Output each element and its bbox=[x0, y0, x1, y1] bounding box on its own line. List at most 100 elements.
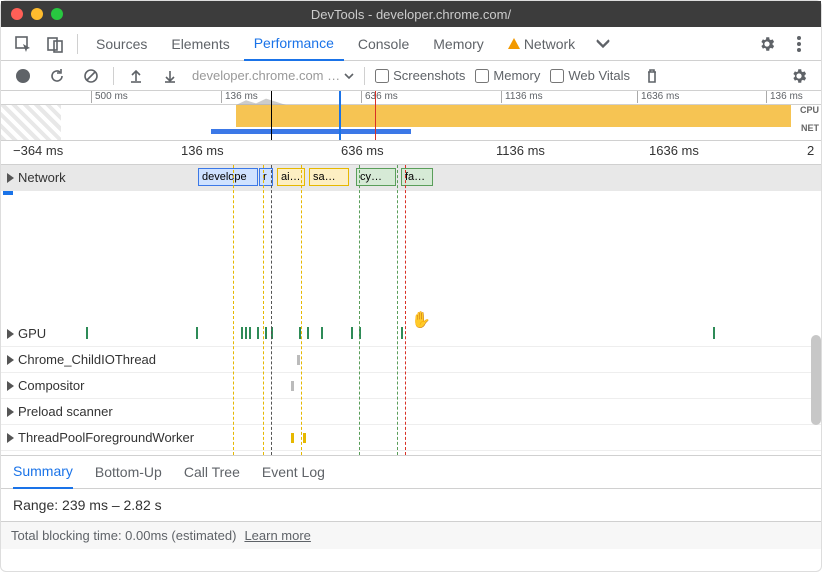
overview-ruler: 500 ms 136 ms 636 ms 1136 ms 1636 ms 136 ms bbox=[1, 91, 821, 105]
timeline-marker bbox=[233, 165, 234, 455]
tbt-text: Total blocking time: 0.00ms (estimated) bbox=[11, 528, 236, 543]
preload-track[interactable]: Preload scanner bbox=[1, 399, 821, 425]
webvitals-label: Web Vitals bbox=[568, 68, 630, 83]
reload-record-button[interactable] bbox=[45, 64, 69, 88]
webvitals-checkbox[interactable]: Web Vitals bbox=[550, 68, 630, 83]
tab-performance[interactable]: Performance bbox=[244, 27, 344, 61]
expand-icon[interactable] bbox=[7, 433, 14, 443]
garbage-collect-icon[interactable] bbox=[640, 64, 664, 88]
overview-side-labels: CPU NET bbox=[800, 105, 819, 141]
scrollbar[interactable] bbox=[811, 335, 821, 425]
summary-range: Range: 239 ms – 2.82 s bbox=[1, 489, 821, 522]
tab-sources[interactable]: Sources bbox=[86, 27, 157, 61]
network-request[interactable]: sa… bbox=[309, 168, 349, 186]
tab-network-label: Network bbox=[524, 36, 575, 52]
tab-elements[interactable]: Elements bbox=[161, 27, 239, 61]
learn-more-link[interactable]: Learn more bbox=[244, 528, 310, 543]
ruler-start-divider bbox=[61, 91, 64, 103]
clear-button[interactable] bbox=[79, 64, 103, 88]
overview-timeline[interactable]: 500 ms 136 ms 636 ms 1136 ms 1636 ms 136 ms C… bbox=[1, 91, 821, 141]
childio-track-label: Chrome_ChildIOThread bbox=[18, 352, 156, 367]
download-profile-icon[interactable] bbox=[158, 64, 182, 88]
record-button[interactable] bbox=[11, 64, 35, 88]
warning-icon bbox=[508, 38, 520, 49]
timeline-marker bbox=[405, 165, 406, 455]
separator bbox=[364, 67, 365, 85]
threadpool-track-label: ThreadPoolForegroundWorker bbox=[18, 430, 194, 445]
overview-cpu-band bbox=[236, 105, 791, 127]
ruler-tick: 636 ms bbox=[341, 143, 384, 158]
overview-tick: 636 ms bbox=[361, 91, 398, 103]
expand-icon[interactable] bbox=[7, 355, 14, 365]
screenshots-label: Screenshots bbox=[393, 68, 465, 83]
mouse-cursor: ✋ bbox=[411, 310, 431, 330]
tab-eventlog[interactable]: Event Log bbox=[262, 455, 325, 489]
separator bbox=[77, 34, 78, 54]
tab-network[interactable]: Network bbox=[498, 27, 585, 61]
memory-checkbox[interactable]: Memory bbox=[475, 68, 540, 83]
expand-icon[interactable] bbox=[7, 173, 14, 183]
upload-profile-icon[interactable] bbox=[124, 64, 148, 88]
overview-marker-navstart bbox=[271, 91, 272, 140]
network-track[interactable]: Network developerai…sa…cy…fa… bbox=[1, 165, 821, 191]
overview-dim-region bbox=[1, 105, 61, 140]
ruler-tick: 136 ms bbox=[181, 143, 224, 158]
timeline-marker bbox=[301, 165, 302, 455]
chevron-down-icon bbox=[344, 72, 354, 80]
expand-icon[interactable] bbox=[7, 381, 14, 391]
window-titlebar: DevTools - developer.chrome.com/ bbox=[1, 1, 821, 27]
network-track-label: Network bbox=[18, 170, 66, 185]
ruler-tick: −364 ms bbox=[13, 143, 63, 158]
screenshots-checkbox[interactable]: Screenshots bbox=[375, 68, 465, 83]
flamechart-area[interactable]: Network developerai…sa…cy…fa… GPU Chrome… bbox=[1, 165, 821, 455]
ruler-tick: 2 bbox=[807, 143, 814, 158]
performance-toolbar: developer.chrome.com … Screenshots Memor… bbox=[1, 61, 821, 91]
overview-net-label: NET bbox=[800, 123, 819, 141]
capture-settings-icon[interactable] bbox=[787, 64, 811, 88]
settings-icon[interactable] bbox=[753, 30, 781, 58]
compositor-track-label: Compositor bbox=[18, 378, 84, 393]
overview-tick: 500 ms bbox=[91, 91, 128, 103]
tab-calltree[interactable]: Call Tree bbox=[184, 455, 240, 489]
main-thread-gap bbox=[1, 191, 821, 321]
inspect-element-icon[interactable] bbox=[9, 30, 37, 58]
tab-console[interactable]: Console bbox=[348, 27, 419, 61]
overview-tick: 1636 ms bbox=[637, 91, 679, 103]
childio-track[interactable]: Chrome_ChildIOThread bbox=[1, 347, 821, 373]
threadpool-track[interactable]: ThreadPoolForegroundWorker bbox=[1, 425, 821, 451]
ruler-tick: 1136 ms bbox=[496, 143, 545, 158]
overview-marker-load bbox=[375, 91, 376, 140]
expand-icon[interactable] bbox=[7, 329, 14, 339]
gpu-track-label: GPU bbox=[18, 326, 46, 341]
more-tabs-icon[interactable] bbox=[589, 30, 617, 58]
details-tabbar: Summary Bottom-Up Call Tree Event Log bbox=[1, 455, 821, 489]
ruler-tick: 1636 ms bbox=[649, 143, 699, 158]
kebab-menu-icon[interactable] bbox=[785, 30, 813, 58]
tab-summary[interactable]: Summary bbox=[13, 455, 73, 489]
timeline-marker bbox=[263, 165, 264, 455]
preload-track-label: Preload scanner bbox=[18, 404, 113, 419]
overview-tick: 1136 ms bbox=[501, 91, 543, 103]
device-toolbar-icon[interactable] bbox=[41, 30, 69, 58]
expand-icon[interactable] bbox=[7, 407, 14, 417]
overview-net-band bbox=[211, 129, 411, 134]
network-request[interactable]: cy… bbox=[356, 168, 396, 186]
selection-handle[interactable] bbox=[3, 191, 13, 195]
total-blocking-time-bar: Total blocking time: 0.00ms (estimated) … bbox=[1, 522, 821, 549]
profile-selector-label: developer.chrome.com … bbox=[192, 68, 340, 83]
profile-selector[interactable]: developer.chrome.com … bbox=[192, 68, 354, 83]
overview-marker-dcl bbox=[339, 91, 341, 140]
overview-tick: 136 ms bbox=[766, 91, 803, 103]
separator bbox=[113, 67, 114, 85]
tab-memory[interactable]: Memory bbox=[423, 27, 494, 61]
tab-bottomup[interactable]: Bottom-Up bbox=[95, 455, 162, 489]
overview-tick: 136 ms bbox=[221, 91, 258, 103]
overview-cpu-label: CPU bbox=[800, 105, 819, 123]
memory-label: Memory bbox=[493, 68, 540, 83]
timeline-marker bbox=[359, 165, 360, 455]
compositor-track[interactable]: Compositor bbox=[1, 373, 821, 399]
panel-tabbar: Sources Elements Performance Console Mem… bbox=[1, 27, 821, 61]
window-title: DevTools - developer.chrome.com/ bbox=[1, 7, 821, 22]
main-ruler[interactable]: −364 ms 136 ms 636 ms 1136 ms 1636 ms 2 bbox=[1, 141, 821, 165]
timeline-marker bbox=[397, 165, 398, 455]
